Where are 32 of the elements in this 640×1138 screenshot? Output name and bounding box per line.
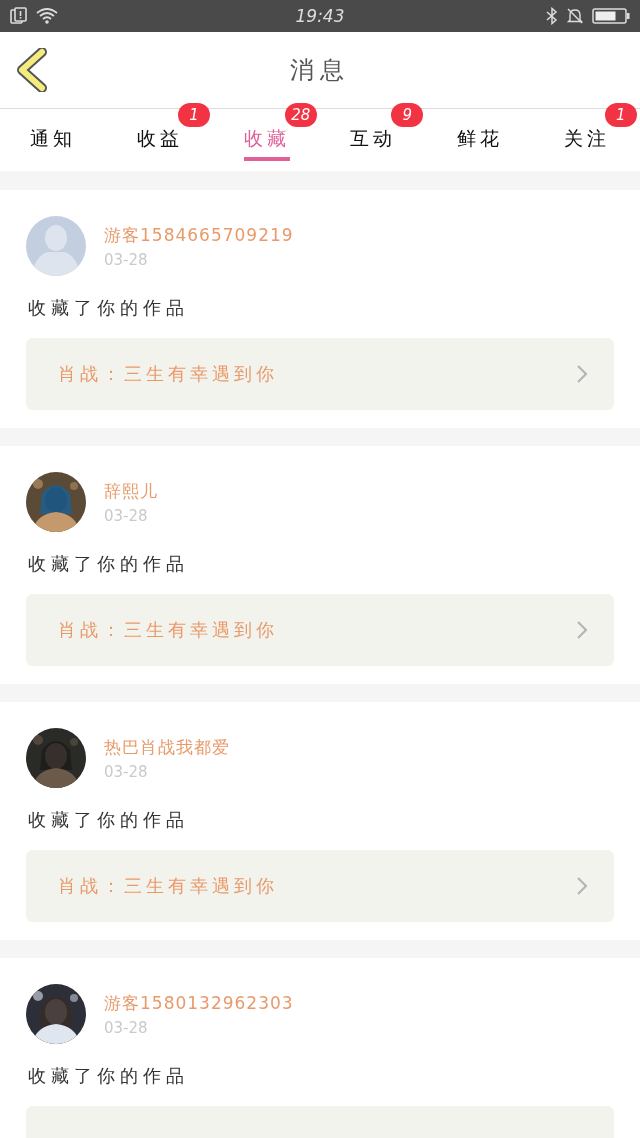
count-badge: 28 xyxy=(284,103,317,127)
bluetooth-icon xyxy=(546,7,558,25)
chevron-right-icon xyxy=(576,620,588,640)
status-time: 19:43 xyxy=(295,6,345,26)
message-text: 收藏了你的作品 xyxy=(28,296,190,320)
sim-icon xyxy=(10,7,28,25)
work-title: 肖战：三生有幸遇到你 xyxy=(58,874,278,898)
back-icon[interactable] xyxy=(16,48,48,92)
tab[interactable]: 通知 xyxy=(30,109,77,161)
user-name[interactable]: 辞熙儿 xyxy=(104,479,158,503)
work-title: 肖战：三生有幸遇到你 xyxy=(58,362,278,386)
user-name[interactable]: 热巴肖战我都爱 xyxy=(104,735,230,759)
message-text: 收藏了你的作品 xyxy=(28,808,190,832)
message-text: 收藏了你的作品 xyxy=(28,552,190,576)
message-text: 收藏了你的作品 xyxy=(28,1064,190,1088)
page-title: 消息 xyxy=(290,55,350,86)
user-name[interactable]: 游客1580132962303 xyxy=(104,991,294,1015)
work-link[interactable]: 肖战：三生有幸遇到你 xyxy=(26,594,614,666)
count-badge: 9 xyxy=(391,103,424,127)
muted-bell-icon xyxy=(566,7,584,25)
count-badge: 1 xyxy=(604,103,637,127)
wifi-icon xyxy=(36,7,58,25)
count-badge: 1 xyxy=(178,103,210,127)
tab[interactable]: 鲜花 xyxy=(457,109,503,161)
battery-icon xyxy=(592,7,630,25)
work-title: 肖战：三生有幸遇到你 xyxy=(58,618,278,642)
work-link[interactable]: 肖战：三生有幸遇到你 xyxy=(26,850,614,922)
work-link[interactable]: 肖战：三生有幸遇到你 xyxy=(26,338,614,410)
chevron-right-icon xyxy=(576,876,588,896)
chevron-right-icon xyxy=(576,364,588,384)
avatar-icon xyxy=(26,216,86,276)
user-name[interactable]: 游客1584665709219 xyxy=(104,223,294,247)
